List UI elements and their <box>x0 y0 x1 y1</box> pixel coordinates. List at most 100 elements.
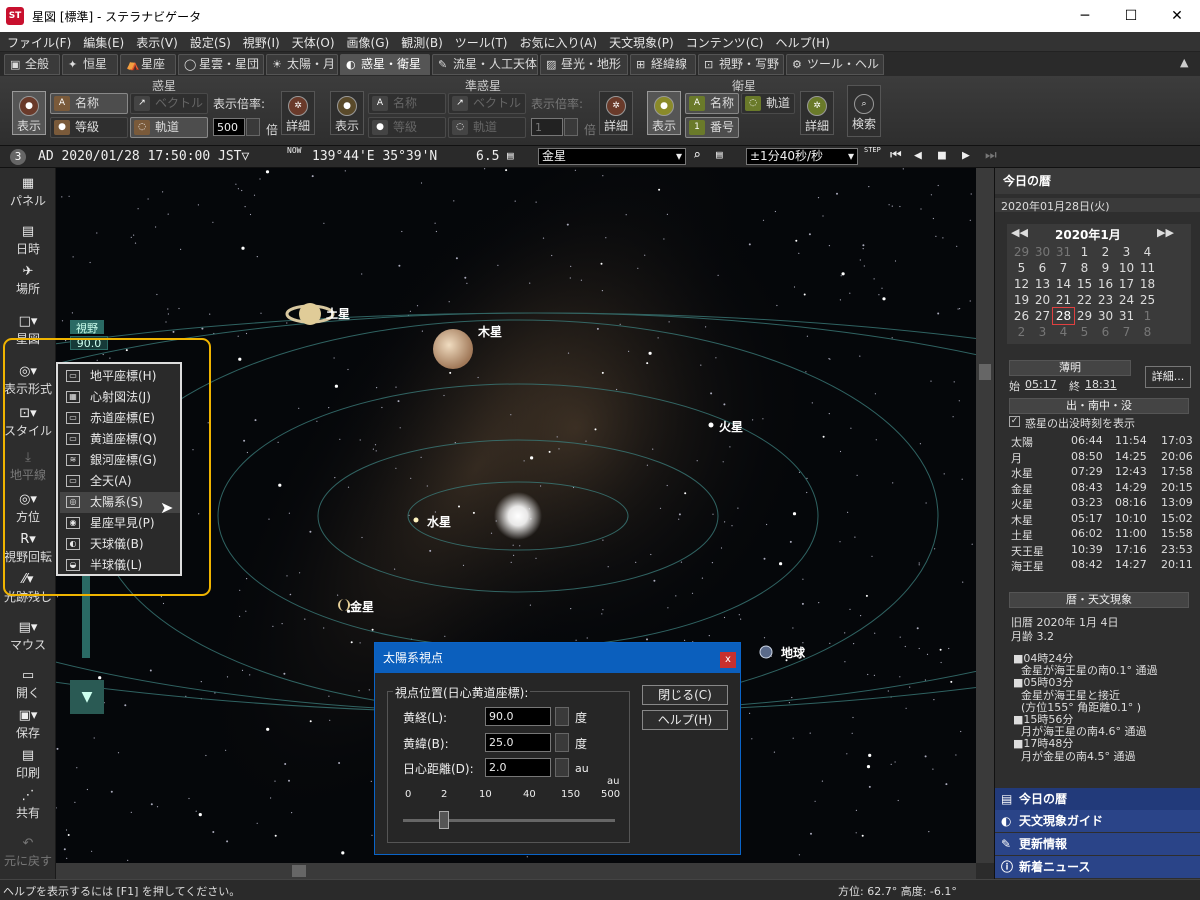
calendar-day[interactable]: 27 <box>1032 308 1053 324</box>
speed-select[interactable]: ±1分40秒/秒 ▾ <box>746 148 858 165</box>
longitude-input[interactable]: 90.0 <box>485 707 551 726</box>
rewind-icon[interactable]: ⏮ <box>890 148 902 163</box>
planets-orbit-button[interactable]: ◌ 軌道 <box>130 117 208 138</box>
earth[interactable] <box>759 645 773 659</box>
minor-vector-button[interactable]: ↗ ベクトル <box>448 93 526 114</box>
planets-vector-button[interactable]: ↗ ベクトル <box>130 93 208 114</box>
tab-grid[interactable]: ⊞ 経緯線 <box>630 54 696 75</box>
mouse-button[interactable]: ▤▾ マウス <box>0 620 56 653</box>
nav-updates[interactable]: ✎ 更新情報 <box>995 833 1200 855</box>
nav-phenomena[interactable]: ◐ 天文現象ガイド <box>995 810 1200 832</box>
calendar-day[interactable]: 30 <box>1095 308 1116 324</box>
calendar-day[interactable]: 4 <box>1137 244 1158 260</box>
tab-constellations[interactable]: ⛺ 星座 <box>120 54 176 75</box>
panel-button[interactable]: ▦ パネル <box>0 176 56 209</box>
zoom-down-icon[interactable]: ▼ <box>70 680 104 714</box>
calendar-day[interactable]: 19 <box>1011 292 1032 308</box>
calendar-day[interactable]: 6 <box>1032 260 1053 276</box>
distance-slider-thumb[interactable] <box>439 811 449 829</box>
mercury[interactable] <box>413 517 419 523</box>
calendar-day[interactable]: 2 <box>1095 244 1116 260</box>
calendar-day[interactable]: 31 <box>1053 244 1074 260</box>
magnitude-display[interactable]: 6.5 <box>476 149 499 164</box>
dialog-help-btn[interactable]: ヘルプ(H) <box>642 710 728 730</box>
planets-scale-input[interactable]: 500 <box>213 118 245 136</box>
play-icon[interactable]: ▶ <box>962 148 970 163</box>
menu-item-hemisphere[interactable]: ◒ 半球儀(L) <box>60 555 180 576</box>
step-icon[interactable]: STEP <box>864 146 881 154</box>
sats-number-button[interactable]: 1 番号 <box>685 117 739 138</box>
twilight-detail-button[interactable]: 詳細... <box>1145 366 1191 388</box>
menu-item-equatorial[interactable]: ▭ 赤道座標(E) <box>60 408 180 429</box>
calendar-day[interactable]: 13 <box>1032 276 1053 292</box>
calendar-day[interactable]: 18 <box>1137 276 1158 292</box>
calendar-day[interactable]: 29 <box>1074 308 1095 324</box>
calendar-day[interactable]: 10 <box>1116 260 1137 276</box>
menu-field[interactable]: 視野(I) <box>236 32 285 51</box>
minor-orbit-button[interactable]: ◌ 軌道 <box>448 117 526 138</box>
planets-detail-button[interactable]: ✲ 詳細 <box>281 91 315 135</box>
calendar-day[interactable]: 7 <box>1116 324 1137 340</box>
calendar-day[interactable]: 2 <box>1011 324 1032 340</box>
calendar-day[interactable]: 21 <box>1053 292 1074 308</box>
hscroll-thumb[interactable] <box>292 865 306 877</box>
calendar-day[interactable]: 20 <box>1032 292 1053 308</box>
planets-show-button[interactable]: ● 表示 <box>12 91 46 135</box>
datetime-display[interactable]: AD 2020/01/28 17:50:00 JST▽ <box>38 149 249 164</box>
dialog-close-button[interactable]: x <box>720 652 736 668</box>
calendar-day[interactable]: 6 <box>1095 324 1116 340</box>
tab-planets[interactable]: ◐ 惑星・衛星 <box>340 54 430 75</box>
calendar-day[interactable]: 29 <box>1011 244 1032 260</box>
menu-view[interactable]: 表示(V) <box>129 32 183 51</box>
minor-detail-button[interactable]: ✲ 詳細 <box>599 91 633 135</box>
calendar-day[interactable]: 24 <box>1116 292 1137 308</box>
calendar-day[interactable]: 11 <box>1137 260 1158 276</box>
menu-item-horizontal[interactable]: ▭ 地平座標(H) <box>60 366 180 387</box>
nav-today[interactable]: ▤ 今日の暦 <box>995 788 1200 810</box>
jupiter[interactable] <box>433 329 473 369</box>
forward-icon[interactable]: ⏭ <box>985 148 997 163</box>
list-icon[interactable]: ▤ <box>716 148 723 161</box>
mars[interactable] <box>708 422 714 428</box>
calendar-day[interactable]: 3 <box>1032 324 1053 340</box>
minor-grade-button[interactable]: ● 等級 <box>368 117 446 138</box>
search-icon[interactable]: ⌕ <box>693 148 701 163</box>
distance-slider-track[interactable] <box>403 819 615 822</box>
calendar-day[interactable]: 23 <box>1095 292 1116 308</box>
save-button[interactable]: ▣▾ 保存 <box>0 708 56 741</box>
calendar-day[interactable]: 26 <box>1011 308 1032 324</box>
tab-field[interactable]: ⊡ 視野・写野 <box>698 54 784 75</box>
menu-contents[interactable]: コンテンツ(C) <box>679 32 769 51</box>
calendar-day[interactable]: 5 <box>1074 324 1095 340</box>
menu-item-celestial-globe[interactable]: ◐ 天球儀(B) <box>60 534 180 555</box>
close-button[interactable]: ✕ <box>1154 0 1200 32</box>
distance-input[interactable]: 2.0 <box>485 758 551 777</box>
menu-edit[interactable]: 編集(E) <box>76 32 129 51</box>
sats-orbit-button[interactable]: ◌ 軌道 <box>741 93 795 114</box>
tab-nebulae[interactable]: ◯ 星雲・星団 <box>178 54 264 75</box>
menu-phenomena[interactable]: 天文現象(P) <box>602 32 679 51</box>
calendar-day[interactable]: 1 <box>1074 244 1095 260</box>
minimize-button[interactable]: ─ <box>1062 0 1108 32</box>
tab-meteors[interactable]: ✎ 流星・人工天体 <box>432 54 538 75</box>
stop-icon[interactable]: ■ <box>938 148 946 163</box>
calendar-day[interactable]: 7 <box>1053 260 1074 276</box>
step-back-icon[interactable]: ◀ <box>914 148 922 163</box>
menu-item-gnomonic[interactable]: ▦ 心射図法(J) <box>60 387 180 408</box>
menu-item-allsky[interactable]: ▭ 全天(A) <box>60 471 180 492</box>
menu-file[interactable]: ファイル(F) <box>0 32 76 51</box>
tab-tools[interactable]: ⚙ツール・ヘルプ <box>786 54 884 90</box>
vscroll-thumb[interactable] <box>979 364 991 380</box>
nav-news[interactable]: ⓘ 新着ニュース <box>995 856 1200 878</box>
calendar-day[interactable]: 9 <box>1095 260 1116 276</box>
calendar-day[interactable]: 3 <box>1116 244 1137 260</box>
calendar-day[interactable]: 12 <box>1011 276 1032 292</box>
calendar-day[interactable]: 15 <box>1074 276 1095 292</box>
tab-sun-moon[interactable]: ☀ 太陽・月 <box>266 54 338 75</box>
calendar-day[interactable]: 25 <box>1137 292 1158 308</box>
horizontal-scrollbar[interactable] <box>56 863 976 879</box>
distance-spinner[interactable] <box>555 758 569 777</box>
longitude-spinner[interactable] <box>555 707 569 726</box>
calendar-day[interactable]: 1 <box>1137 308 1158 324</box>
prev-year-icon[interactable]: ◀◀ <box>1011 226 1028 239</box>
